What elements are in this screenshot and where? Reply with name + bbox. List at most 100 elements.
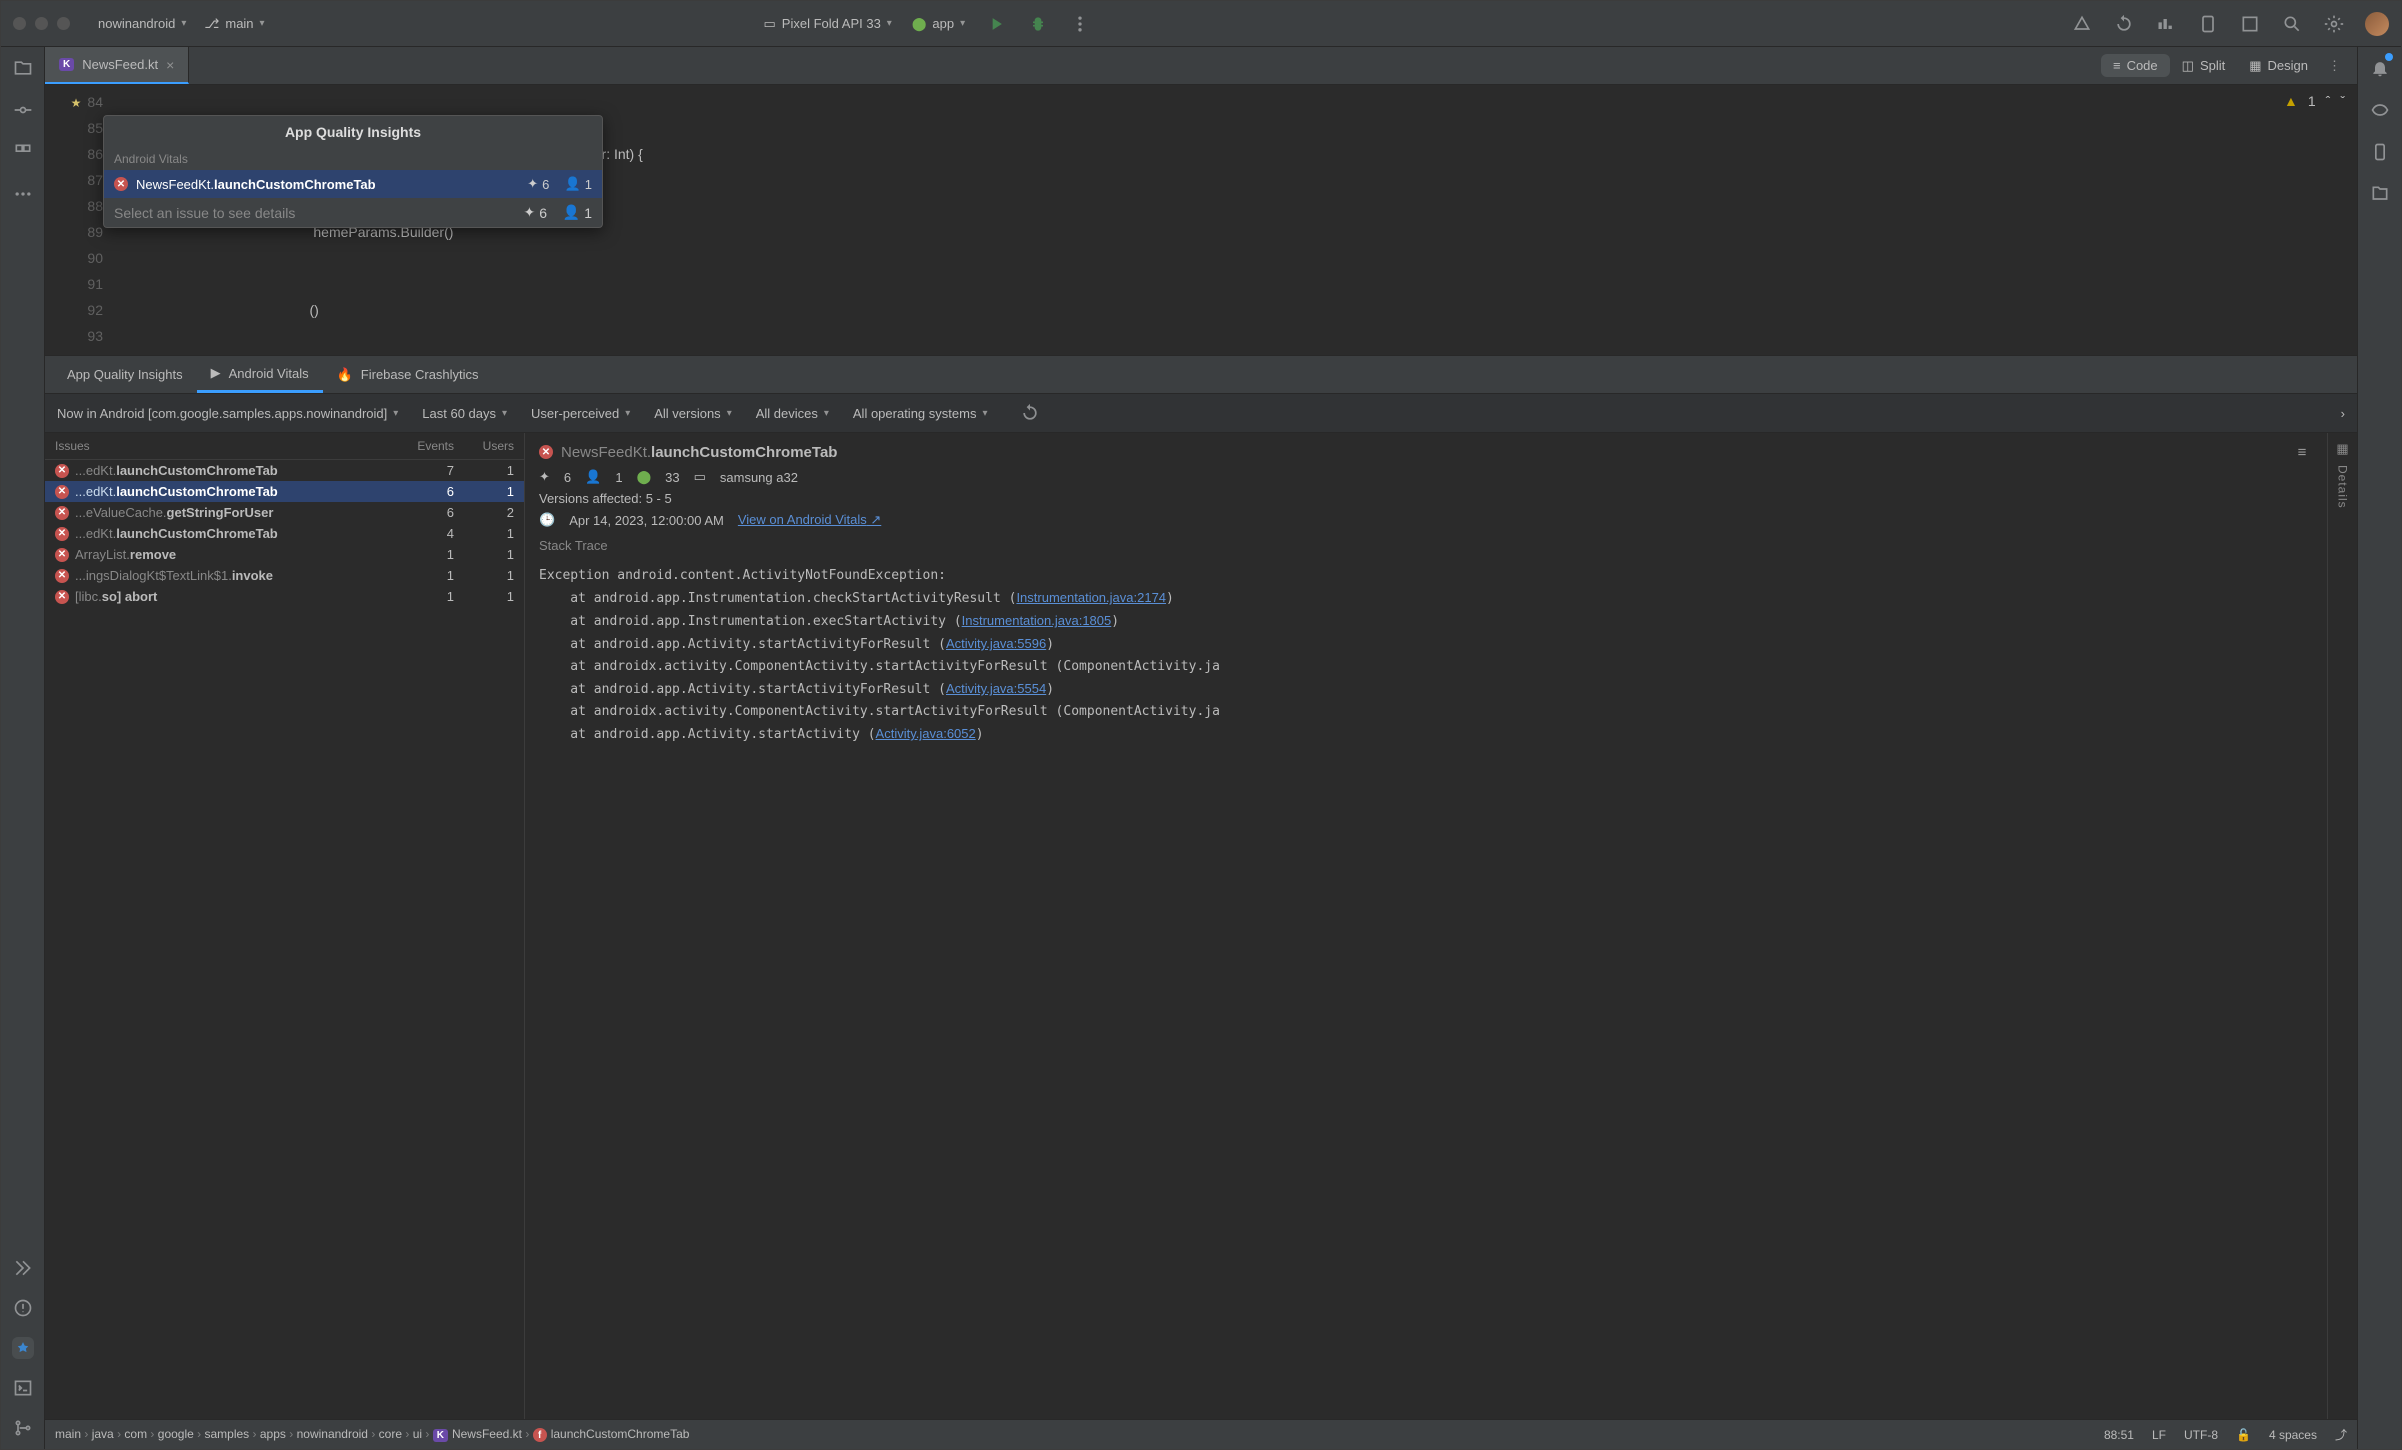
close-window-icon[interactable] [13, 17, 26, 30]
refresh-button[interactable] [1019, 402, 1041, 424]
readonly-icon[interactable]: 🔓 [2236, 1428, 2251, 1442]
profiler-icon[interactable] [2155, 13, 2177, 35]
design-view-label: Design [2268, 58, 2308, 73]
devices-filter[interactable]: All devices▾ [756, 406, 829, 421]
app-quality-insights-popup: App Quality Insights Android Vitals ✕ Ne… [103, 115, 603, 228]
warning-count: 1 [2308, 93, 2316, 109]
phone-icon: ▭ [764, 16, 776, 32]
expand-right-icon[interactable]: › [2341, 406, 2345, 421]
minimize-window-icon[interactable] [35, 17, 48, 30]
logcat-icon[interactable] [12, 1257, 34, 1279]
breadcrumb[interactable]: main › java › com › google › samples › a… [55, 1427, 689, 1443]
code-with-me-icon[interactable] [2071, 13, 2093, 35]
design-view-button[interactable]: ▦ Design [2237, 54, 2320, 78]
gutter-line[interactable]: 84 [45, 89, 103, 115]
perception-filter[interactable]: User-perceived▾ [531, 406, 630, 421]
problems-icon[interactable] [12, 1297, 34, 1319]
zoom-window-icon[interactable] [57, 17, 70, 30]
breadcrumb-segment[interactable]: launchCustomChromeTab [551, 1427, 690, 1441]
line-ending[interactable]: LF [2152, 1428, 2166, 1442]
breadcrumb-segment[interactable]: com [124, 1427, 147, 1441]
stack-trace[interactable]: Exception android.content.ActivityNotFou… [539, 565, 2313, 746]
issue-row[interactable]: ✕...ingsDialogKt$TextLink$1.invoke11 [45, 565, 524, 586]
user-avatar[interactable] [2365, 12, 2389, 36]
stack-frame-link[interactable]: Instrumentation.java:1805 [962, 613, 1112, 628]
issue-row[interactable]: ✕[libc.so] abort11 [45, 586, 524, 607]
run-button[interactable] [985, 13, 1007, 35]
device-file-explorer-icon[interactable] [2369, 183, 2391, 205]
project-tool-icon[interactable] [12, 57, 34, 79]
tab-aqi[interactable]: App Quality Insights [53, 356, 197, 393]
prev-highlight-icon[interactable]: ˆ [2326, 93, 2331, 109]
code-view-button[interactable]: ≡ Code [2101, 54, 2170, 77]
breadcrumb-segment[interactable]: google [158, 1427, 194, 1441]
gutter-line: 93 [45, 323, 103, 349]
gradle-icon[interactable] [2369, 99, 2391, 121]
next-highlight-icon[interactable]: ˇ [2340, 93, 2345, 109]
commit-tool-icon[interactable] [12, 99, 34, 121]
status-more-icon[interactable]: ⤴ [2335, 1426, 2347, 1443]
file-tab-newsfeed[interactable]: K NewsFeed.kt × [45, 47, 189, 84]
view-on-vitals-link[interactable]: View on Android Vitals ↗ [738, 512, 881, 528]
breadcrumb-segment[interactable]: java [92, 1427, 114, 1441]
editor-problems-widget[interactable]: ▲ 1 ˆ ˇ [2284, 93, 2345, 109]
more-actions-icon[interactable] [1069, 13, 1091, 35]
versions-filter[interactable]: All versions▾ [654, 406, 732, 421]
popup-issue-row[interactable]: ✕ NewsFeedKt.launchCustomChromeTab ✦6 👤1 [104, 170, 602, 198]
layout-inspector-icon[interactable] [2239, 13, 2261, 35]
gutter-line: 85 [45, 115, 103, 141]
detail-title-prefix: NewsFeedKt. [561, 444, 651, 461]
chevron-down-icon: ▾ [393, 408, 398, 419]
issue-row[interactable]: ✕ArrayList.remove11 [45, 544, 524, 565]
indent-setting[interactable]: 4 spaces [2269, 1428, 2317, 1442]
issue-row[interactable]: ✕...eValueCache.getStringForUser62 [45, 502, 524, 523]
details-grid-icon[interactable]: ▦ [2336, 441, 2348, 457]
breadcrumb-segment[interactable]: NewsFeed.kt [452, 1427, 522, 1441]
stack-frame-link[interactable]: Activity.java:5554 [946, 681, 1046, 696]
stack-frame-link[interactable]: Instrumentation.java:2174 [1016, 590, 1166, 605]
notifications-icon[interactable] [2369, 57, 2391, 79]
device-manager-icon[interactable] [2197, 13, 2219, 35]
gutter-line: 86 [45, 141, 103, 167]
split-view-button[interactable]: ◫ Split [2170, 54, 2238, 78]
issue-row[interactable]: ✕...edKt.launchCustomChromeTab41 [45, 523, 524, 544]
chevron-down-icon: ▾ [181, 18, 186, 29]
breadcrumb-segment[interactable]: samples [205, 1427, 250, 1441]
debug-button[interactable] [1027, 13, 1049, 35]
os-filter[interactable]: All operating systems▾ [853, 406, 988, 421]
stack-frame-link[interactable]: Activity.java:6052 [876, 726, 976, 741]
breadcrumb-segment[interactable]: apps [260, 1427, 286, 1441]
perception-label: User-perceived [531, 406, 619, 421]
breadcrumb-segment[interactable]: nowinandroid [297, 1427, 368, 1441]
settings-icon[interactable] [2323, 13, 2345, 35]
device-selector[interactable]: ▭ Pixel Fold API 33 ▾ [764, 16, 892, 32]
resource-manager-icon[interactable] [12, 141, 34, 163]
issue-row[interactable]: ✕...edKt.launchCustomChromeTab61 [45, 481, 524, 502]
file-encoding[interactable]: UTF-8 [2184, 1428, 2218, 1442]
breadcrumb-segment[interactable]: main [55, 1427, 81, 1441]
search-icon[interactable] [2281, 13, 2303, 35]
tab-android-vitals[interactable]: ▶ Android Vitals [197, 356, 323, 393]
version-control-icon[interactable] [12, 1417, 34, 1439]
caret-position[interactable]: 88:51 [2104, 1428, 2134, 1442]
tab-crashlytics[interactable]: 🔥 Firebase Crashlytics [323, 356, 493, 393]
detail-options-icon[interactable]: ≡ [2291, 441, 2313, 463]
close-tab-icon[interactable]: × [166, 57, 174, 73]
breadcrumb-segment[interactable]: ui [413, 1427, 422, 1441]
editor-more-icon[interactable]: ⋮ [2320, 58, 2349, 74]
project-selector[interactable]: nowinandroid ▾ [98, 16, 186, 31]
more-tool-icon[interactable] [12, 183, 34, 205]
app-quality-insights-icon[interactable] [12, 1337, 34, 1359]
details-label[interactable]: Details [2336, 465, 2350, 509]
time-range-filter[interactable]: Last 60 days▾ [422, 406, 507, 421]
app-filter[interactable]: Now in Android [com.google.samples.apps.… [57, 406, 398, 421]
breadcrumb-segment[interactable]: core [379, 1427, 402, 1441]
sync-icon[interactable] [2113, 13, 2135, 35]
branch-selector[interactable]: ⎇ main ▾ [204, 16, 264, 32]
run-config-selector[interactable]: ⬤ app ▾ [912, 16, 965, 32]
terminal-icon[interactable] [12, 1377, 34, 1399]
issue-row[interactable]: ✕...edKt.launchCustomChromeTab71 [45, 460, 524, 481]
code-editor[interactable]: ▲ 1 ˆ ˇ 84 85 86 87 88 89 90 91 92 93 [45, 85, 2357, 355]
stack-frame-link[interactable]: Activity.java:5596 [946, 636, 1046, 651]
emulator-icon[interactable] [2369, 141, 2391, 163]
